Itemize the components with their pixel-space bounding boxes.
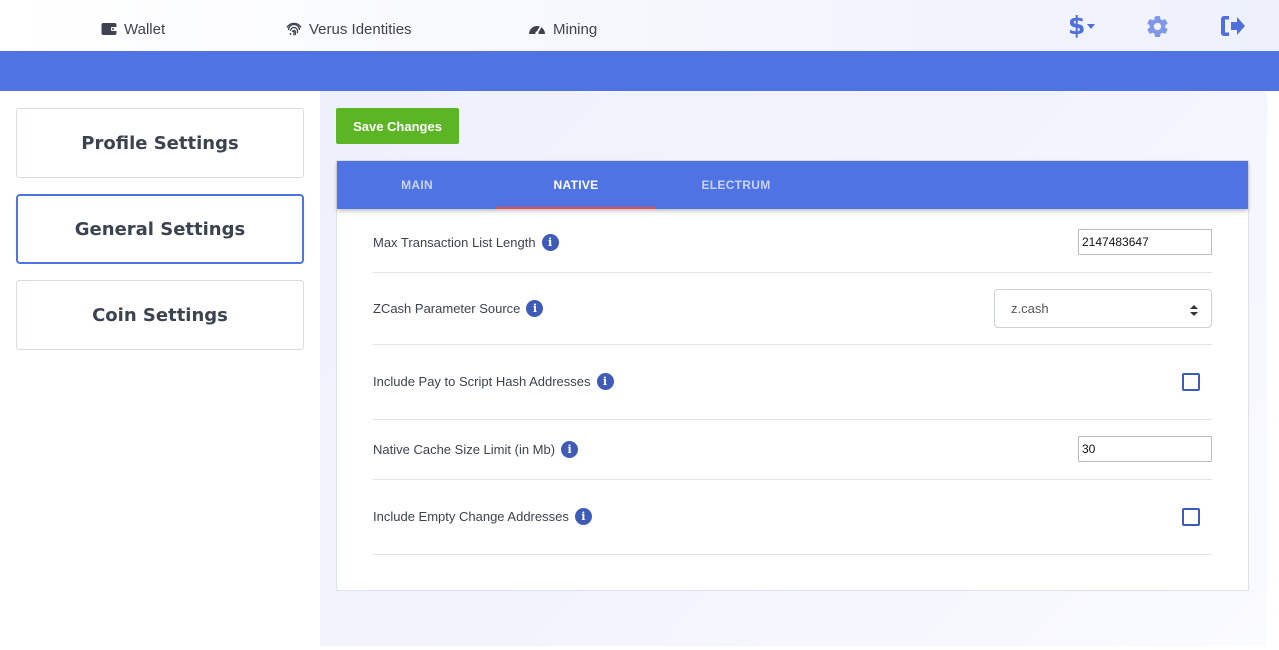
divider xyxy=(373,272,1212,273)
nav-mining-label: Mining xyxy=(553,20,598,38)
divider xyxy=(373,344,1212,345)
native-cache-limit-input[interactable] xyxy=(1078,436,1212,462)
nav-wallet-label: Wallet xyxy=(124,20,166,38)
sidebar-item-label: Profile Settings xyxy=(81,132,239,154)
tab-main[interactable]: MAIN xyxy=(337,161,497,209)
info-icon[interactable]: i xyxy=(574,507,592,525)
info-icon[interactable]: i xyxy=(596,372,614,390)
header-banner xyxy=(0,51,1279,91)
include-empty-change-checkbox[interactable] xyxy=(1182,508,1200,526)
include-p2sh-checkbox[interactable] xyxy=(1182,373,1200,391)
setting-max-tx-list: Max Transaction List Length i xyxy=(373,232,559,252)
fingerprint-icon xyxy=(286,21,302,37)
settings-button[interactable] xyxy=(1145,14,1170,44)
setting-include-p2sh: Include Pay to Script Hash Addresses i xyxy=(373,371,614,391)
sign-out-icon xyxy=(1220,16,1246,41)
sidebar-item-profile-settings[interactable]: Profile Settings xyxy=(16,108,304,178)
sidebar-item-label: Coin Settings xyxy=(92,304,228,326)
info-icon[interactable]: i xyxy=(526,299,544,317)
zcash-param-source-select[interactable]: z.cash xyxy=(994,289,1212,328)
setting-label: Max Transaction List Length xyxy=(373,234,536,250)
gauge-icon xyxy=(528,21,546,37)
logout-button[interactable] xyxy=(1220,15,1246,42)
setting-include-empty-change: Include Empty Change Addresses i xyxy=(373,506,592,526)
sidebar-item-coin-settings[interactable]: Coin Settings xyxy=(16,280,304,350)
nav-wallet[interactable]: Wallet xyxy=(101,19,165,39)
nav-identities-label: Verus Identities xyxy=(309,20,412,38)
setting-label: Include Empty Change Addresses xyxy=(373,508,569,524)
sidebar-item-label: General Settings xyxy=(74,218,246,240)
setting-label: Native Cache Size Limit (in Mb) xyxy=(373,441,556,457)
dollar-dropdown-icon: $ xyxy=(1068,12,1096,40)
tab-native[interactable]: NATIVE xyxy=(496,161,656,209)
divider xyxy=(373,554,1212,555)
max-tx-list-input[interactable] xyxy=(1078,229,1212,255)
currency-dropdown-button[interactable]: $ xyxy=(1068,12,1096,40)
nav-verus-identities[interactable]: Verus Identities xyxy=(286,19,412,39)
nav-mining[interactable]: Mining xyxy=(528,19,597,39)
select-value: z.cash xyxy=(1011,301,1049,316)
select-arrows-icon xyxy=(1190,304,1198,319)
setting-label: ZCash Parameter Source xyxy=(373,300,521,316)
info-icon[interactable]: i xyxy=(561,440,579,458)
setting-zcash-param-source: ZCash Parameter Source i xyxy=(373,298,544,318)
divider xyxy=(373,479,1212,480)
setting-label: Include Pay to Script Hash Addresses xyxy=(373,373,591,389)
divider xyxy=(373,419,1212,420)
wallet-icon xyxy=(101,22,117,36)
info-icon[interactable]: i xyxy=(541,233,559,251)
sidebar-item-general-settings[interactable]: General Settings xyxy=(16,194,304,264)
top-nav: Wallet Verus Identities Mining $ xyxy=(0,0,1279,51)
setting-native-cache-limit: Native Cache Size Limit (in Mb) i xyxy=(373,439,579,459)
tab-electrum[interactable]: ELECTRUM xyxy=(656,161,816,209)
save-button[interactable]: Save Changes xyxy=(336,108,459,144)
tab-bar: MAIN NATIVE ELECTRUM xyxy=(337,161,1248,209)
gear-icon xyxy=(1145,16,1170,43)
